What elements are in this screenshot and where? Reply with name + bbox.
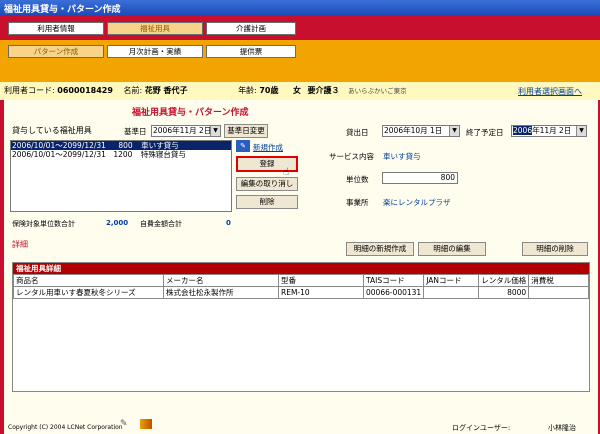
column-header: TAISコード xyxy=(362,274,425,287)
care-office: あいらぶかいご東京 xyxy=(348,87,407,95)
cancel-edit-button[interactable]: 編集の取り消し xyxy=(236,177,298,191)
page-title: 福祉用具貸与・パターン作成 xyxy=(132,108,249,118)
user-code: 0600018429 xyxy=(57,86,113,95)
base-date-change-button[interactable]: 基準日変更 xyxy=(224,124,268,138)
units-label: 単位数 xyxy=(346,175,369,184)
end-date-label: 終了予定日 xyxy=(466,128,504,137)
nav-pattern-create[interactable]: パターン作成 xyxy=(8,45,104,58)
nav-welfare-equipment[interactable]: 福祉用具 xyxy=(107,22,203,35)
rental-section-label: 貸与している福祉用具 xyxy=(12,126,92,135)
office-label: 事業所 xyxy=(346,198,369,207)
insured-total-label: 保険対象単位数合計 xyxy=(12,220,75,228)
care-level: 要介護３ xyxy=(307,86,340,95)
new-create-link[interactable]: 新規作成 xyxy=(253,142,283,153)
end-date-rest: 年11月 2日 xyxy=(532,126,572,135)
new-document-icon: ✎ xyxy=(236,140,250,152)
table-cell: REM-10 xyxy=(278,286,364,299)
window-title: 福祉用具貸与・パターン作成 xyxy=(0,0,600,16)
item-period: 2006/10/01～2099/12/31 xyxy=(12,141,106,150)
copyright: Copyright (C) 2004 LCNet Corporation xyxy=(8,424,123,431)
units-input[interactable]: 800 xyxy=(382,172,458,184)
item-units: 800 xyxy=(118,141,133,150)
table-cell xyxy=(423,286,480,299)
column-header: JANコード xyxy=(423,274,480,287)
item-name: 車いす貸与 xyxy=(141,141,179,150)
list-item[interactable]: 2006/10/01～2099/12/31 1200 特殊寝台貸与 xyxy=(11,150,231,159)
end-date-year: 2006 xyxy=(513,126,533,135)
login-user-label: ログインユーザー: xyxy=(452,424,511,432)
header-band xyxy=(0,66,600,82)
name-label: 名前: xyxy=(123,86,143,95)
pen-icon: ✎ xyxy=(120,419,128,429)
column-header: レンタル価格 xyxy=(478,274,530,287)
insured-total: 2,000 xyxy=(106,219,129,227)
delete-detail-button[interactable]: 明細の削除 xyxy=(522,242,588,256)
delete-button[interactable]: 削除 xyxy=(236,195,298,209)
list-item[interactable]: 2006/10/01～2099/12/31 800 車いす貸与 xyxy=(11,141,231,150)
detail-section-label: 詳細 xyxy=(12,240,28,249)
base-date-select[interactable]: 2006年11月 2日 ▼ xyxy=(151,125,221,137)
table-cell: レンタル用車いす春夏秋冬シリーズ xyxy=(13,286,164,299)
detail-table-title: 福祉用具詳細 xyxy=(13,263,589,274)
lending-date-select[interactable]: 2006年10月 1日 ▼ xyxy=(382,125,460,137)
user-select-link[interactable]: 利用者選択画面へ xyxy=(518,86,582,97)
nav-provision-sheet[interactable]: 提供票 xyxy=(206,45,296,58)
nav-care-plan[interactable]: 介護計画 xyxy=(206,22,296,35)
chevron-down-icon: ▼ xyxy=(576,126,586,136)
nav-monthly-plan[interactable]: 月次計画・実績 xyxy=(107,45,203,58)
user-info-bar: 利用者コード: 0600018429 名前: 花野 香代子 年齢: 70歳 女 … xyxy=(0,82,600,100)
table-cell: 8000 xyxy=(478,286,530,299)
chevron-down-icon: ▼ xyxy=(210,126,220,136)
table-cell: 株式会社松永製作所 xyxy=(163,286,279,299)
age-label: 年齢: xyxy=(238,86,257,95)
lending-date-value: 2006年10月 1日 xyxy=(384,126,443,135)
service-label: サービス内容 xyxy=(329,152,374,161)
base-date-label: 基準日 xyxy=(124,127,147,136)
edit-detail-button[interactable]: 明細の編集 xyxy=(418,242,486,256)
column-header: メーカー名 xyxy=(163,274,279,287)
rental-items-list[interactable]: 2006/10/01～2099/12/31 800 車いす貸与 2006/10/… xyxy=(10,140,232,212)
base-date-value: 2006年11月 2日 xyxy=(153,126,212,135)
table-header-row: 商品名 メーカー名 型番 TAISコード JANコード レンタル価格 消費税 xyxy=(13,274,589,287)
user-gender: 女 xyxy=(293,86,301,95)
lending-date-label: 貸出日 xyxy=(346,128,369,137)
table-cell xyxy=(528,286,589,299)
column-header: 型番 xyxy=(278,274,364,287)
detail-table: 商品名 メーカー名 型番 TAISコード JANコード レンタル価格 消費税 レ… xyxy=(13,274,589,299)
user-name: 花野 香代子 xyxy=(144,86,188,95)
detail-table-panel: 福祉用具詳細 商品名 メーカー名 型番 TAISコード JANコード レンタル価… xyxy=(12,262,590,392)
item-period: 2006/10/01～2099/12/31 xyxy=(12,150,106,159)
office-value: 楽にレンタルプラザ xyxy=(383,198,451,207)
chevron-down-icon: ▼ xyxy=(449,126,459,136)
item-name: 特殊寝台貸与 xyxy=(140,150,186,159)
table-cell: 00066-000131 xyxy=(362,286,425,299)
login-user: 小林隆治 xyxy=(548,424,576,432)
user-age: 70歳 xyxy=(259,86,279,95)
books-icon xyxy=(140,419,152,429)
nav-user-info[interactable]: 利用者情報 xyxy=(8,22,104,35)
new-detail-button[interactable]: 明細の新規作成 xyxy=(346,242,414,256)
item-units: 1200 xyxy=(113,150,133,159)
self-pay-total-label: 自費金額合計 xyxy=(140,220,182,228)
column-header: 商品名 xyxy=(13,274,164,287)
user-code-label: 利用者コード: xyxy=(4,86,55,95)
service-value: 車いす貸与 xyxy=(383,152,421,161)
column-header: 消費税 xyxy=(528,274,589,287)
end-date-select[interactable]: 2006年11月 2日 ▼ xyxy=(511,125,587,137)
table-row[interactable]: レンタル用車いす春夏秋冬シリーズ 株式会社松永製作所 REM-10 00066-… xyxy=(13,286,589,299)
self-pay-total: 0 xyxy=(226,219,231,227)
